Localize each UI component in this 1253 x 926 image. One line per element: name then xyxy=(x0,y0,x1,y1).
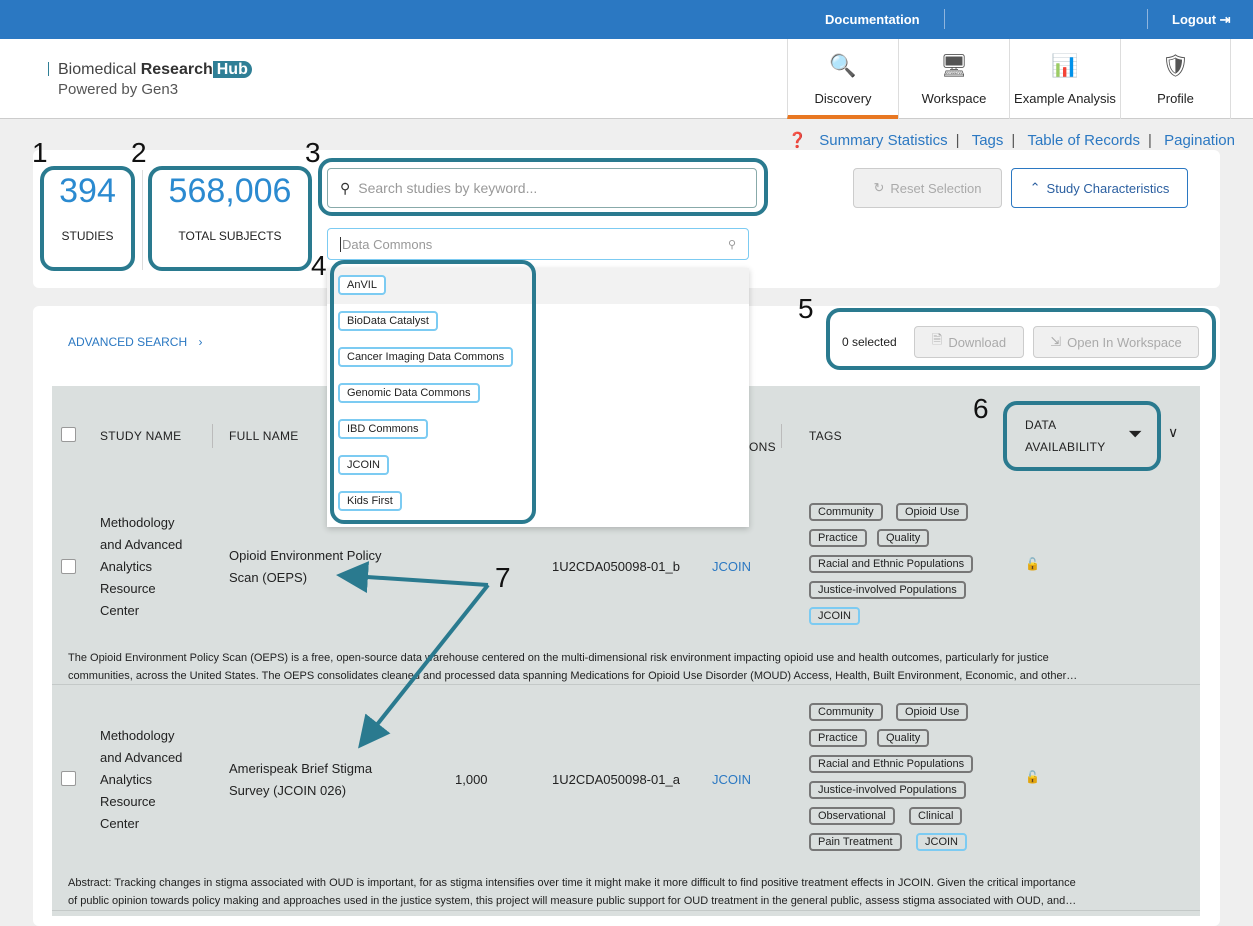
annotation-arrows xyxy=(336,561,490,749)
arrow-to-row-1 xyxy=(336,561,489,594)
arrow-to-row-2 xyxy=(358,583,490,749)
